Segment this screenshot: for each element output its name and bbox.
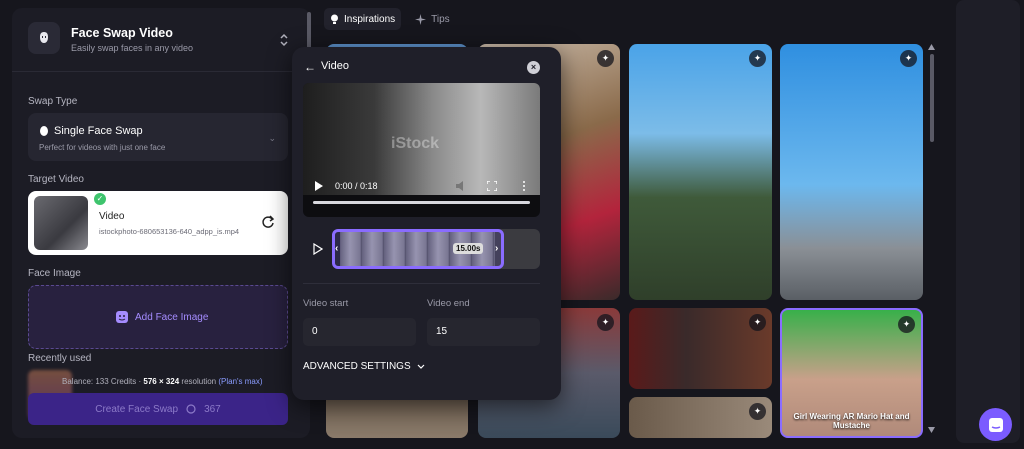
balance-text: Balance: 133 Credits <box>62 377 137 386</box>
trim-duration: 15.00s <box>453 243 484 254</box>
recently-used-label: Recently used <box>28 353 92 364</box>
app-header[interactable]: Face Swap Video Easily swap faces in any… <box>12 8 310 72</box>
gallery-tile[interactable]: ✦ <box>780 44 923 300</box>
face-swap-app-icon <box>28 22 60 54</box>
lightbulb-icon <box>331 14 338 24</box>
tab-inspirations-label: Inspirations <box>344 13 396 25</box>
advanced-settings-label: ADVANCED SETTINGS <box>303 361 411 372</box>
chat-support-button[interactable] <box>979 408 1012 441</box>
gallery-tile[interactable]: ✦ <box>629 44 772 300</box>
credit-balance: Balance: 133 Credits · 576 × 324 resolut… <box>62 377 263 386</box>
more-options-icon[interactable] <box>522 181 526 191</box>
video-player[interactable]: iStock 0:00 / 0:18 <box>303 83 540 217</box>
face-upload-icon <box>116 311 128 323</box>
app-subtitle: Easily swap faces in any video <box>71 43 194 53</box>
popup-title: Video <box>321 60 349 72</box>
advanced-settings-toggle[interactable]: ADVANCED SETTINGS <box>303 361 425 372</box>
chevron-down-icon: ⌄ <box>268 133 276 143</box>
target-video-label: Target Video <box>28 174 84 185</box>
video-start-label: Video start <box>303 298 349 309</box>
add-face-image-dropzone[interactable]: Add Face Image <box>28 285 288 349</box>
chevron-down-icon <box>417 364 425 369</box>
video-end-input[interactable]: 15 <box>427 318 540 346</box>
trim-timeline: ‹ › 15.00s <box>303 229 540 269</box>
magic-wand-icon[interactable]: ✦ <box>597 50 614 67</box>
tab-inspirations[interactable]: Inspirations <box>324 8 402 30</box>
right-side-panel <box>956 0 1020 443</box>
credit-icon <box>186 404 196 414</box>
play-icon[interactable] <box>315 181 323 191</box>
credit-cost: 367 <box>204 403 221 415</box>
face-image-label: Face Image <box>28 268 81 279</box>
sparkle-icon <box>415 13 427 25</box>
magic-wand-icon[interactable]: ✦ <box>749 314 766 331</box>
chevron-up-down-icon[interactable] <box>278 32 290 48</box>
video-watermark: iStock <box>391 135 440 152</box>
video-progress-bar[interactable] <box>313 201 530 204</box>
chat-icon <box>988 417 1003 432</box>
resolution-value: 576 × 324 <box>143 377 180 386</box>
magic-wand-icon[interactable]: ✦ <box>898 316 915 333</box>
target-video-filename: istockphoto-680653136-640_adpp_is.mp4 <box>99 227 240 236</box>
target-video-card[interactable]: ✓ Video istockphoto-680653136-640_adpp_i… <box>28 191 288 255</box>
magic-wand-icon[interactable]: ✦ <box>749 50 766 67</box>
app-title: Face Swap Video <box>71 26 173 40</box>
gallery-tile[interactable]: ✦ <box>629 397 772 438</box>
video-time: 0:00 / 0:18 <box>335 181 378 191</box>
video-end-label: Video end <box>427 298 470 309</box>
plan-max-link[interactable]: (Plan's max) <box>218 377 262 386</box>
resolution-text: resolution <box>181 377 217 386</box>
gallery-tile[interactable]: ✦ <box>629 308 772 389</box>
swap-type-title: Single Face Swap <box>54 125 143 137</box>
scroll-down-icon[interactable] <box>928 427 935 433</box>
swap-type-subtitle: Perfect for videos with just one face <box>39 143 166 152</box>
trim-play-icon[interactable] <box>313 243 323 255</box>
tab-tips[interactable]: Tips <box>409 8 456 30</box>
add-face-image-label: Add Face Image <box>135 311 209 323</box>
magic-wand-icon[interactable]: ✦ <box>900 50 917 67</box>
check-icon: ✓ <box>94 193 106 205</box>
tile-caption: Girl Wearing AR Mario Hat and Mustache <box>793 412 910 430</box>
fullscreen-icon[interactable] <box>487 181 497 191</box>
divider <box>303 283 540 284</box>
face-swap-panel: Face Swap Video Easily swap faces in any… <box>12 8 310 438</box>
magic-wand-icon[interactable]: ✦ <box>597 314 614 331</box>
video-start-input[interactable]: 0 <box>303 318 416 346</box>
volume-icon[interactable] <box>456 181 468 191</box>
back-arrow-icon[interactable]: ← <box>304 60 316 74</box>
magic-wand-icon[interactable]: ✦ <box>749 403 766 420</box>
swap-type-select[interactable]: Single Face Swap Perfect for videos with… <box>28 113 288 161</box>
tab-tips-label: Tips <box>431 13 450 25</box>
create-face-swap-label: Create Face Swap <box>95 403 179 415</box>
face-icon <box>40 126 48 136</box>
video-trim-popup: ← Video × iStock 0:00 / 0:18 ‹ › 15.00s … <box>292 47 561 400</box>
gallery-scrollbar[interactable] <box>930 54 934 142</box>
refresh-icon[interactable] <box>261 215 275 229</box>
trim-handle-right-icon[interactable]: › <box>495 243 498 254</box>
trim-handle-left-icon[interactable]: ‹ <box>335 243 338 254</box>
gallery-tile[interactable]: ✦ Girl Wearing AR Mario Hat and Mustache <box>780 308 923 438</box>
target-video-thumbnail <box>34 196 88 250</box>
scroll-up-icon[interactable] <box>928 44 935 50</box>
close-icon[interactable]: × <box>527 61 540 74</box>
create-face-swap-button[interactable]: Create Face Swap 367 <box>28 393 288 425</box>
gallery-tabs: Inspirations Tips <box>324 8 456 30</box>
swap-type-label: Swap Type <box>28 96 78 107</box>
target-video-title: Video <box>99 211 125 222</box>
